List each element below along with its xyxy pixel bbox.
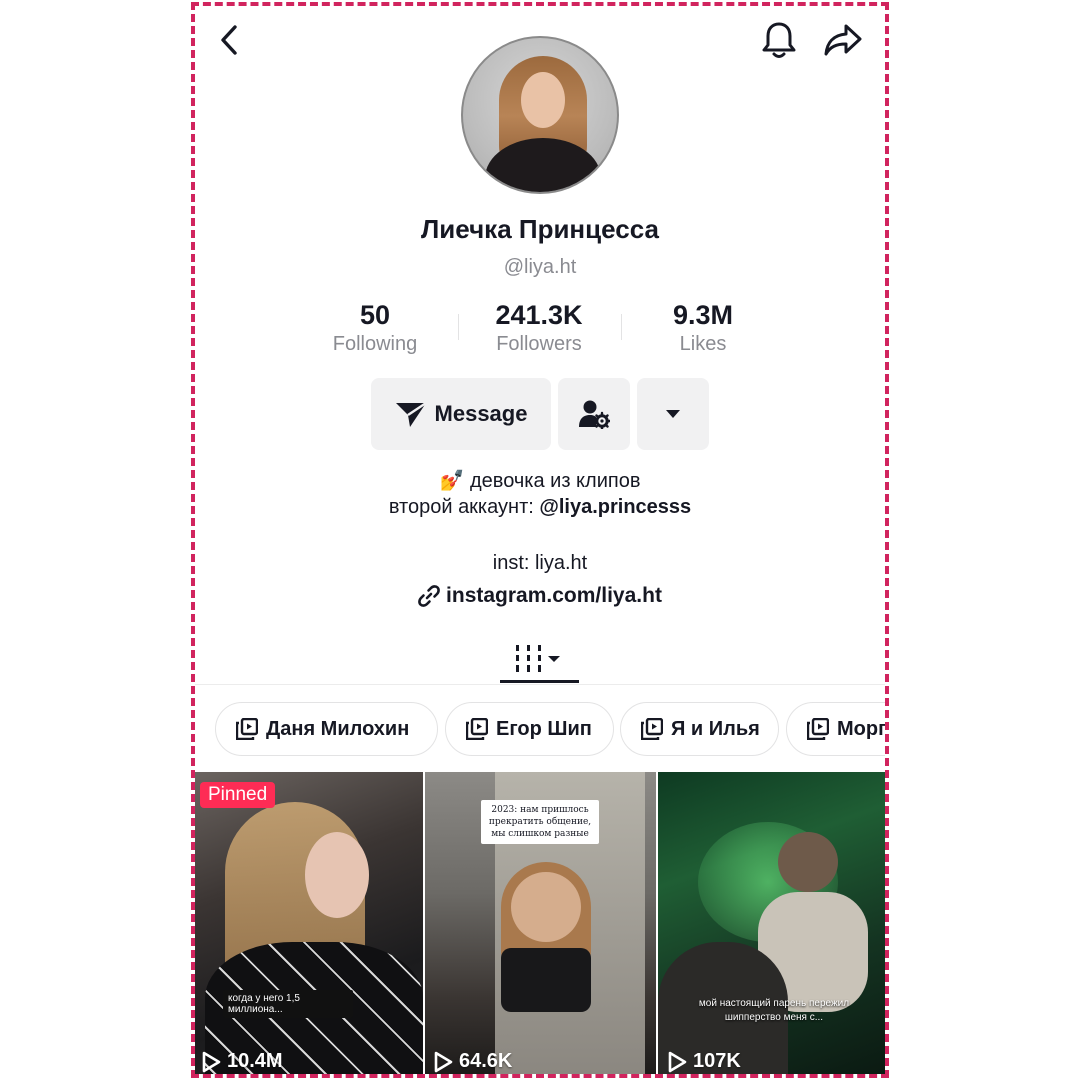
tab-divider [195,684,885,685]
bio-text: второй аккаунт: [388,496,540,518]
playlist-label: Я и Илья [671,717,760,740]
bio-website-link[interactable]: instagram.com/liya.ht [195,584,885,608]
more-options-button[interactable] [637,378,709,450]
stat-divider [621,314,622,340]
view-count: 107K [667,1050,741,1073]
stat-following[interactable]: 50 Following [305,298,445,356]
notifications-button[interactable] [757,18,801,62]
bio-text: девочка из клипов [464,470,641,492]
bio-mention-link[interactable]: @liya.princesss [539,496,691,518]
playlist-icon [236,718,258,740]
share-arrow-icon [824,24,862,56]
profile-stats: 50 Following 241.3K Followers 9.3M Likes [195,298,885,358]
playlist-label: Даня Милохин [266,717,410,740]
view-count: 10.4M [201,1050,283,1073]
view-count-text: 10.4M [227,1050,283,1072]
nail-polish-emoji: 💅 [439,470,465,492]
view-count: 64.6K [433,1050,512,1073]
bio-line-3: inst: liya.ht [492,552,588,574]
bio-line-1: 💅 девочка из клипов [195,468,885,493]
back-button[interactable] [209,20,249,60]
playlist-chip[interactable]: Егор Шип [445,702,614,756]
stat-value: 241.3K [495,300,583,330]
play-outline-icon [202,1051,221,1072]
video-caption: 2023: нам пришлось прекратить общение, м… [481,800,599,844]
message-button[interactable]: Message [371,378,551,450]
stat-label: Following [332,333,418,355]
stat-divider [458,314,459,340]
bell-icon [762,22,796,58]
video-caption: мой настоящий парень пережил шипперство … [698,998,850,1023]
stat-value: 50 [359,300,391,330]
avatar-face [521,72,565,128]
profile-screen: Лиечка Принцесса @liya.ht 50 Following 2… [195,6,885,1074]
avatar[interactable] [461,36,619,194]
username: @liya.ht [503,256,577,278]
triangle-down-icon [666,410,680,418]
video-thumbnail[interactable] [658,772,885,1074]
video-caption: когда у него 1,5 миллиона... [223,990,353,1018]
thumbnail-image-part [511,872,581,942]
link-icon [418,585,440,607]
bio-link-text: instagram.com/liya.ht [446,584,662,607]
user-settings-icon [579,400,610,429]
thumbnail-image-part [501,948,591,1012]
stat-likes[interactable]: 9.3M Likes [633,298,773,356]
chevron-left-icon [221,25,237,55]
grid-icon [516,645,560,672]
stat-value: 9.3M [672,300,734,330]
friend-settings-button[interactable] [558,378,630,450]
playlist-label: Егор Шип [496,717,592,740]
stat-followers[interactable]: 241.3K Followers [469,298,609,356]
playlist-icon [466,718,488,740]
view-count-text: 64.6K [459,1050,513,1072]
bio-line-2: второй аккаунт: @liya.princesss [195,496,885,519]
send-icon [395,402,427,427]
playlist-label: Морг [837,717,885,740]
playlist-chip[interactable]: Я и Илья [620,702,779,756]
playlist-icon [641,718,663,740]
stat-label: Followers [496,333,582,355]
thumbnail-image-part [305,832,369,918]
playlist-icon [807,718,829,740]
display-name: Лиечка Принцесса [421,214,659,244]
play-outline-icon [668,1051,687,1072]
thumbnail-image-part [778,832,838,892]
play-outline-icon [434,1051,453,1072]
stat-label: Likes [679,333,727,355]
playlist-chip[interactable]: Даня Милохин [215,702,438,756]
view-count-text: 107K [693,1050,741,1072]
tab-active-indicator [500,680,579,683]
tab-videos[interactable] [500,636,578,682]
playlist-chip[interactable]: Морг [786,702,885,756]
message-label: Message [434,401,528,426]
share-button[interactable] [821,18,865,62]
video-thumbnail[interactable] [195,772,423,1074]
pinned-badge: Pinned [200,782,276,808]
